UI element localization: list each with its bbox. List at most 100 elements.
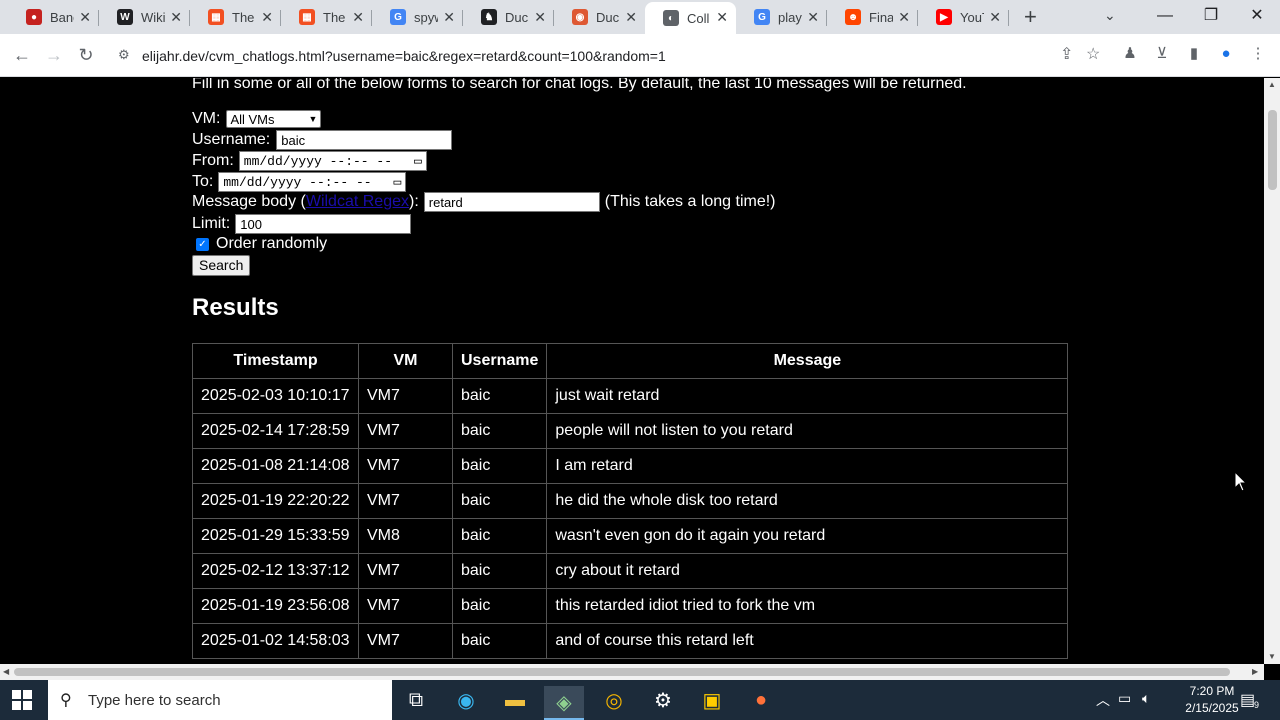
tab-close-icon[interactable]: ✕ xyxy=(534,9,546,25)
username-label: Username: xyxy=(192,131,271,148)
minimize-button[interactable]: — xyxy=(1142,2,1188,30)
horizontal-scroll-thumb[interactable] xyxy=(14,668,1230,676)
cell-timestamp: 2025-01-29 15:33:59 xyxy=(192,518,359,554)
tab-search-chevron-icon[interactable]: ⌄ xyxy=(1104,7,1116,24)
restore-button[interactable]: ❐ xyxy=(1188,2,1234,30)
tab-favicon-icon: ▦ xyxy=(299,9,315,25)
cell-message: people will not listen to you retard xyxy=(546,413,1069,449)
tray-chevron-up-icon[interactable]: ︿ xyxy=(1096,690,1110,710)
cell-username: baic xyxy=(451,588,548,624)
browser-tab[interactable]: ▦ The ✕ xyxy=(190,2,281,32)
tab-close-icon[interactable]: ✕ xyxy=(443,9,455,25)
windows-taskbar: ⚲ Type here to search ⧉ ◉ ▬ ◈ ◎ ⚙ ▣ ● ︿ … xyxy=(0,680,1280,720)
tab-strip: ● Band ✕ W Wiki ✕ ▦ The ✕ ▦ The ✕ Gspyw ✕ ♞ Duck ✕ ◉ Duck ✕… xyxy=(0,0,1280,34)
scroll-up-arrow-icon[interactable]: ▲ xyxy=(1268,80,1276,89)
regex-help-link[interactable]: Wildcat Regex xyxy=(306,193,409,211)
reload-button[interactable]: ↻ xyxy=(74,43,98,67)
search-row: Search xyxy=(192,255,251,276)
tab-title: Wiki xyxy=(141,9,165,25)
vm-row: VM: All VMs ▼ xyxy=(192,110,322,128)
calendar-icon[interactable]: ▭ xyxy=(394,175,402,190)
system-clock[interactable]: 7:20 PM 2/15/2025 xyxy=(1176,683,1248,717)
firefox-icon[interactable]: ● xyxy=(741,686,781,714)
browser-tab[interactable]: ♞ Duck ✕ xyxy=(463,2,554,32)
vm-select[interactable]: All VMs ▼ xyxy=(226,110,322,128)
vertical-scroll-thumb[interactable] xyxy=(1268,110,1277,190)
close-window-button[interactable]: ✕ xyxy=(1234,2,1280,30)
volume-icon[interactable]: 🔈︎ xyxy=(1142,690,1150,707)
message-input[interactable]: retard xyxy=(423,192,600,212)
username-input[interactable]: baic xyxy=(276,130,453,150)
extension-icon[interactable]: ♟ xyxy=(1120,44,1140,64)
cell-vm: VM8 xyxy=(358,518,453,554)
search-icon: ⚲ xyxy=(60,692,72,709)
calendar-icon[interactable]: ▭ xyxy=(414,154,422,169)
edge-icon[interactable]: ◉ xyxy=(446,686,486,714)
vertical-scrollbar[interactable]: ▲ ▼ xyxy=(1264,78,1280,664)
browser-tab[interactable]: Gspyw ✕ xyxy=(372,2,463,32)
bookmark-star-icon[interactable]: ☆ xyxy=(1086,44,1100,64)
to-label: To: xyxy=(192,173,214,190)
app-active-icon[interactable]: ◈ xyxy=(544,686,584,720)
browser-tab[interactable]: ● Band ✕ xyxy=(8,2,99,32)
menu-kebab-icon[interactable]: ⋮ xyxy=(1248,44,1268,64)
tab-close-icon[interactable]: ✕ xyxy=(716,9,728,25)
search-button[interactable]: Search xyxy=(192,255,251,276)
cell-username: baic xyxy=(451,553,548,589)
side-panel-icon[interactable]: ▮ xyxy=(1184,44,1204,64)
horizontal-scrollbar[interactable]: ◀ ▶ xyxy=(0,664,1264,680)
browser-tab[interactable]: ◉ Duck ✕ xyxy=(554,2,645,32)
browser-tab[interactable]: ☻ Fina ✕ xyxy=(827,2,918,32)
browser-toolbar: ← → ↻ ⚙ elijahr.dev/cvm_chatlogs.html?us… xyxy=(0,34,1280,77)
column-header-message: Message xyxy=(546,343,1069,379)
order-randomly-checkbox[interactable]: ✓ xyxy=(196,237,209,251)
results-heading: Results xyxy=(192,294,279,321)
settings-gear-icon[interactable]: ⚙ xyxy=(643,686,683,714)
tab-close-icon[interactable]: ✕ xyxy=(898,9,910,25)
download-icon[interactable]: ⊻ xyxy=(1152,44,1172,64)
tab-close-icon[interactable]: ✕ xyxy=(625,9,637,25)
scroll-left-arrow-icon[interactable]: ◀ xyxy=(3,667,9,676)
windows-start-icon[interactable] xyxy=(12,690,32,710)
file-explorer-icon[interactable]: ▬ xyxy=(495,686,535,714)
back-button[interactable]: ← xyxy=(10,43,34,67)
from-date-input[interactable]: mm/dd/yyyy --:-- -- ▭ xyxy=(238,151,427,171)
forward-button[interactable]: → xyxy=(42,43,66,67)
browser-tab[interactable]: ▦ The ✕ xyxy=(281,2,372,32)
site-info-icon[interactable]: ⚙ xyxy=(118,47,130,63)
cell-timestamp: 2025-02-14 17:28:59 xyxy=(192,413,359,449)
address-bar[interactable]: ⚙ elijahr.dev/cvm_chatlogs.html?username… xyxy=(110,40,1110,72)
cell-message: I am retard xyxy=(546,448,1069,484)
table-row: 2025-01-19 22:20:22 VM7 baic he did the who… xyxy=(192,483,1069,519)
tab-close-icon[interactable]: ✕ xyxy=(989,9,1001,25)
notification-icon[interactable]: ▤ xyxy=(1240,690,1255,710)
browser-tab[interactable]: ▶ YouT ✕ xyxy=(918,2,1009,32)
message-row: Message body ( Wildcat Regex ): retard (… xyxy=(192,192,776,212)
taskbar-search-box[interactable]: ⚲ Type here to search xyxy=(48,680,392,720)
limit-input[interactable]: 100 xyxy=(235,214,412,234)
to-date-input[interactable]: mm/dd/yyyy --:-- -- ▭ xyxy=(218,172,407,192)
scroll-right-arrow-icon[interactable]: ▶ xyxy=(1252,667,1258,676)
monitor-app-icon[interactable]: ▣ xyxy=(692,686,732,714)
scroll-down-arrow-icon[interactable]: ▼ xyxy=(1268,652,1276,661)
browser-tab[interactable]: Gplay ✕ xyxy=(736,2,827,32)
message-label-post: ): xyxy=(409,193,419,210)
task-view-icon[interactable]: ⧉ xyxy=(396,686,436,714)
network-icon[interactable]: ▭ xyxy=(1118,690,1131,707)
tab-close-icon[interactable]: ✕ xyxy=(352,9,364,25)
profile-avatar-icon[interactable]: ● xyxy=(1216,44,1236,64)
share-icon[interactable]: ⇪ xyxy=(1060,44,1073,64)
browser-tab[interactable]: ◐ Coll ✕ xyxy=(645,2,736,34)
tab-close-icon[interactable]: ✕ xyxy=(807,9,819,25)
browser-tab[interactable]: W Wiki ✕ xyxy=(99,2,190,32)
limit-label: Limit: xyxy=(192,215,231,232)
new-tab-button[interactable]: + xyxy=(1024,4,1037,30)
tab-close-icon[interactable]: ✕ xyxy=(170,9,182,25)
tab-close-icon[interactable]: ✕ xyxy=(261,9,273,25)
column-header-timestamp: Timestamp xyxy=(192,343,359,379)
mouse-cursor-icon xyxy=(1235,472,1247,492)
from-label: From: xyxy=(192,152,234,169)
chrome-icon[interactable]: ◎ xyxy=(594,686,634,714)
tab-close-icon[interactable]: ✕ xyxy=(79,9,91,25)
cell-timestamp: 2025-01-08 21:14:08 xyxy=(192,448,359,484)
